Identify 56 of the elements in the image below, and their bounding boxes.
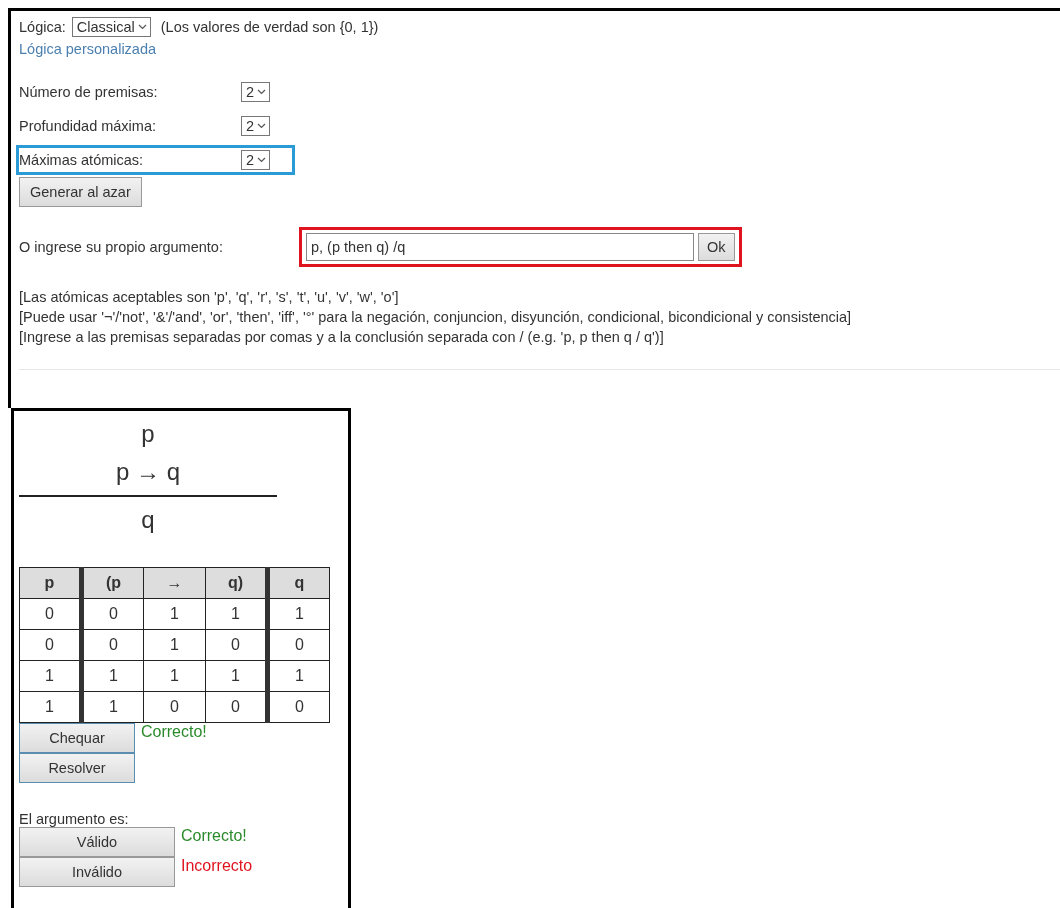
table-cell: 0 [19, 598, 82, 630]
caret-icon [257, 123, 267, 129]
solve-button[interactable]: Resolver [19, 753, 135, 783]
table-cell: 1 [267, 660, 330, 692]
feedback-text: Incorrecto [181, 857, 253, 875]
premise: p → q [116, 457, 180, 487]
caret-icon [257, 157, 267, 163]
logic-label: Lógica: [19, 19, 66, 35]
caret-icon [137, 24, 147, 30]
validity-prompt: El argumento es: [19, 811, 129, 827]
table-header: → [143, 567, 206, 599]
table-header: q [267, 567, 330, 599]
table-cell: 1 [81, 660, 144, 692]
table-cell: 1 [267, 598, 330, 630]
table-cell: 1 [81, 691, 144, 723]
table-cell: 0 [81, 598, 144, 630]
table-cell: 0 [143, 691, 206, 723]
argument-field[interactable]: p, (p then q) /q [306, 233, 694, 261]
table-header: (p [81, 567, 144, 599]
table-cell: 0 [205, 691, 268, 723]
premise: p [141, 419, 155, 449]
hint-text: [Ingrese a las premisas separadas por comas y a la conclusión separada con / (e.g. 'p, p then q / q')] [19, 329, 665, 345]
caret-icon [257, 89, 267, 95]
table-header: q) [205, 567, 268, 599]
number-select[interactable]: 2 [241, 150, 271, 170]
invalid-button[interactable]: Inválido [19, 857, 175, 887]
setting-label: Máximas atómicas: [19, 152, 145, 168]
table-cell: 1 [205, 660, 268, 692]
table-cell: 1 [205, 598, 268, 630]
table-cell: 1 [143, 629, 206, 661]
setting-label: Profundidad máxima: [19, 118, 157, 134]
table-cell: 0 [267, 691, 330, 723]
feedback-text: Correcto! [141, 723, 207, 741]
table-cell: 0 [81, 629, 144, 661]
table-cell: 0 [267, 629, 330, 661]
table-cell: 0 [19, 629, 82, 661]
table-header: p [19, 567, 82, 599]
conclusion: q [141, 505, 155, 535]
hint-text: [Puede usar '¬'/'not', '&'/'and', 'or', 'then', 'iff', '°' para la negación, conjuncion, disyunción, condicional, bicondicional y consistencia] [19, 309, 853, 325]
number-select[interactable]: 2 [241, 116, 271, 136]
table-cell: 1 [19, 660, 82, 692]
argument-label: O ingrese su propio argumento: [19, 239, 224, 255]
table-cell: 0 [205, 629, 268, 661]
number-select[interactable]: 2 [241, 82, 271, 102]
hint-text: [Las atómicas aceptables son 'p', 'q', 'r', 's', 't', 'u', 'v', 'w', 'o'] [19, 289, 400, 305]
feedback-text: Correcto! [181, 827, 247, 845]
table-cell: 1 [143, 598, 206, 630]
logic-select[interactable]: Classical [71, 17, 151, 37]
table-cell: 1 [143, 660, 206, 692]
ok-button[interactable]: Ok [698, 233, 735, 261]
check-button[interactable]: Chequar [19, 723, 135, 753]
setting-label: Número de premisas: [19, 84, 159, 100]
generate-button[interactable]: Generar al azar [19, 177, 142, 207]
custom-logic-link[interactable]: Lógica personalizada [19, 41, 157, 57]
valid-button[interactable]: Válido [19, 827, 175, 857]
truth-values-note: (Los valores de verdad son {0, 1}) [160, 19, 379, 35]
